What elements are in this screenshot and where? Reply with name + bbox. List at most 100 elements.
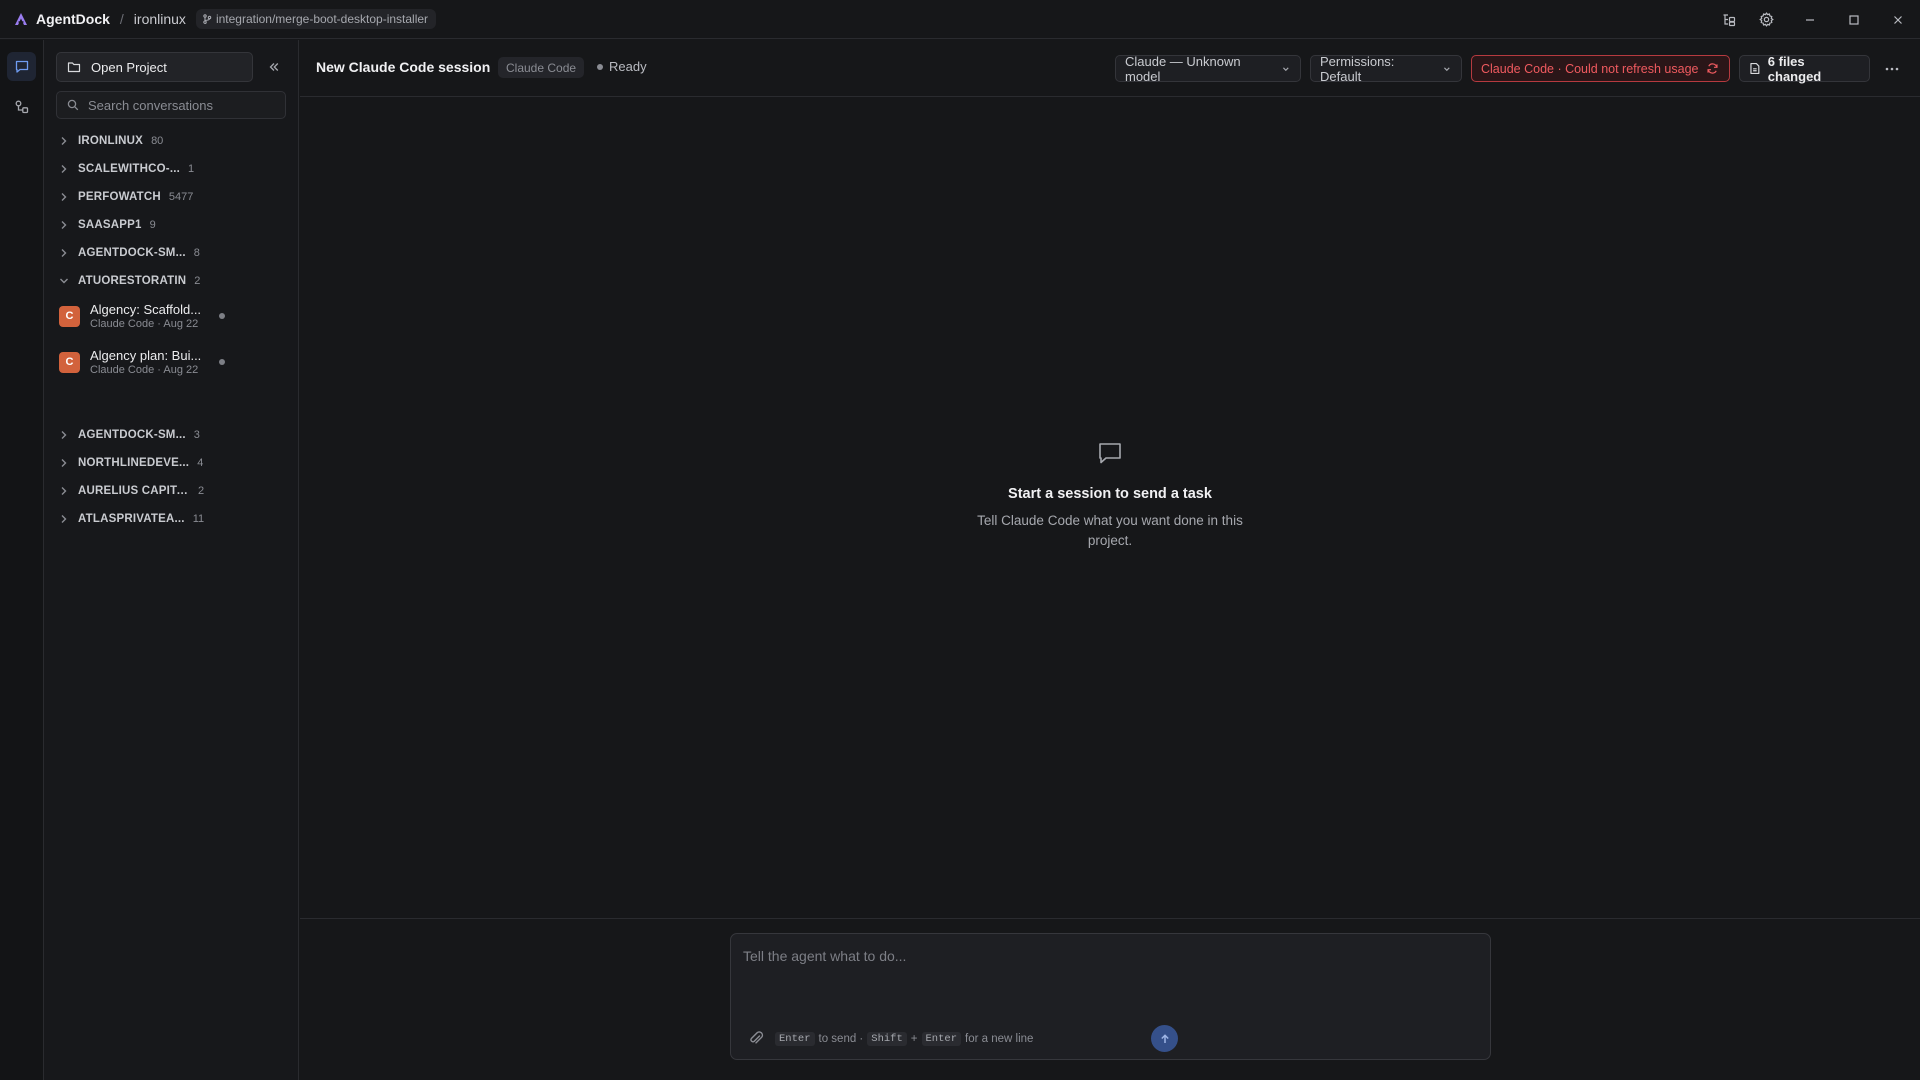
open-project-button[interactable]: Open Project [56,52,253,82]
paperclip-icon[interactable] [747,1029,765,1047]
enter-key: Enter [921,1032,962,1046]
rail-conversations-button[interactable] [7,52,36,81]
status-text: Ready [609,59,647,74]
project-group-perfowatch[interactable]: PERFOWATCH 5477 [56,186,251,208]
conversation-item[interactable]: C Algency: Scaffold... Claude Code · Aug… [56,297,266,335]
group-count: 80 [151,135,164,147]
project-group-agentdock-sm-2[interactable]: AGENTDOCK-SM... 3 [56,424,251,446]
close-window-button[interactable] [1876,0,1920,39]
composer: Enter to send · Shift + Enter for a new … [730,933,1491,1060]
project-group-atuorestoratin[interactable]: ATUORESTORATIN 2 [56,270,251,292]
search-icon [67,99,79,111]
status-dot [597,63,603,70]
branch-name: integration/merge-boot-desktop-installer [215,12,429,26]
breadcrumb-separator: / [119,11,124,27]
group-count: 1 [188,163,195,175]
composer-area: Enter to send · Shift + Enter for a new … [300,918,1920,1080]
open-project-label: Open Project [91,59,167,75]
project-group-aurelius-capital[interactable]: AURELIUS CAPITAL 2 [56,480,251,502]
chat-bubble-icon [1099,443,1121,464]
search-box[interactable] [56,91,286,119]
app-name: AgentDock [36,11,110,27]
minimize-button[interactable] [1788,0,1832,39]
files-changed-label: 6 files changed [1767,53,1822,84]
group-count: 8 [193,247,200,259]
settings-button[interactable] [1744,0,1788,39]
model-selector-label: Claude — Unknown model [1125,53,1241,84]
usage-error-button[interactable]: Claude Code · Could not refresh usage [1471,55,1730,82]
group-name: SAASAPP1 [78,219,142,231]
title-bar: AgentDock / ironlinux integration/merge-… [0,0,1920,39]
send-button[interactable] [1151,1025,1178,1052]
hint-newline-text: for a new line [965,1033,1034,1045]
model-selector[interactable]: Claude — Unknown model [1115,53,1301,84]
activity-rail [0,40,44,1080]
conversation-status-dot [219,359,225,365]
group-name: ATLASPRIVATEA... [78,513,185,525]
maximize-button[interactable] [1832,0,1876,39]
chevron-down-icon [60,278,68,284]
chevron-right-icon [61,487,67,495]
agent-avatar: C [59,305,80,327]
session-header: New Claude Code session Claude Code Read… [300,40,1920,97]
usage-error-text: Claude Code · Could not refresh usage [1481,61,1699,76]
files-changed-button[interactable]: 6 files changed [1739,53,1870,84]
group-name: NORTHLINEDEVE... [78,457,190,469]
group-count: 2 [198,485,205,497]
chat-icon [15,60,28,73]
chevron-right-icon [61,193,67,201]
project-group-saasapp1[interactable]: SAASAPP1 9 [56,214,251,236]
group-name: ATUORESTORATIN [78,275,187,287]
project-group-ironlinux[interactable]: IRONLINUX 80 [56,130,251,152]
chevron-down-icon [1444,66,1450,71]
chevron-right-icon [61,137,67,145]
task-input[interactable] [743,948,1473,998]
file-icon [1750,63,1760,74]
project-group-agentdock-sm[interactable]: AGENTDOCK-SM... 8 [56,242,251,264]
close-icon [1894,15,1902,24]
group-count: 5477 [168,191,194,203]
maximize-icon [1849,14,1859,25]
chevron-right-icon [61,515,67,523]
chevron-right-icon [61,459,67,467]
hint-send-text: to send · [818,1033,864,1045]
more-horizontal-icon [1885,67,1899,71]
group-name: PERFOWATCH [78,191,161,203]
group-name: AGENTDOCK-SM... [78,429,186,441]
git-branch-icon [203,14,212,24]
group-count: 3 [193,429,200,441]
permissions-selector[interactable]: Permissions: Default [1310,53,1462,84]
chevron-right-icon [61,221,67,229]
agent-badge: Claude Code [498,57,585,78]
chevrons-left-icon [269,63,279,71]
breadcrumb-project[interactable]: ironlinux [134,11,186,27]
group-count: 4 [197,457,204,469]
conversation-subtitle: Claude Code · Aug 22 [90,318,199,330]
session-title: New Claude Code session [316,59,491,75]
agent-avatar: C [59,351,80,373]
branch-pill[interactable]: integration/merge-boot-desktop-installer [195,9,437,29]
rail-workflows-button[interactable] [7,92,36,121]
layout-toggle-button[interactable] [1714,0,1744,39]
group-name: IRONLINUX [78,135,144,147]
group-count: 11 [192,513,205,525]
project-group-scalewithco[interactable]: SCALEWITHCO-... 1 [56,158,251,180]
keyboard-hint: Enter to send · Shift + Enter for a new … [775,1032,1033,1046]
refresh-icon[interactable] [1706,62,1719,75]
chevron-right-icon [61,165,67,173]
collapse-sidebar-button[interactable] [263,56,285,78]
shift-key: Shift [867,1032,907,1046]
agentdock-logo-icon [15,13,27,25]
enter-key: Enter [775,1032,815,1046]
conversation-title: Algency plan: Bui... [90,348,202,363]
conversation-status-dot [219,313,225,319]
search-input[interactable] [88,97,278,113]
more-options-button[interactable] [1880,57,1904,81]
group-name: AGENTDOCK-SM... [78,247,186,259]
project-group-northlinedeve[interactable]: NORTHLINEDEVE... 4 [56,452,251,474]
conversation-item[interactable]: C Algency plan: Bui... Claude Code · Aug… [56,343,266,381]
project-group-atlasprivatea[interactable]: ATLASPRIVATEA... 11 [56,508,251,530]
conversation-subtitle: Claude Code · Aug 22 [90,364,199,376]
permissions-selector-label: Permissions: Default [1320,53,1395,84]
group-count: 9 [149,219,156,231]
